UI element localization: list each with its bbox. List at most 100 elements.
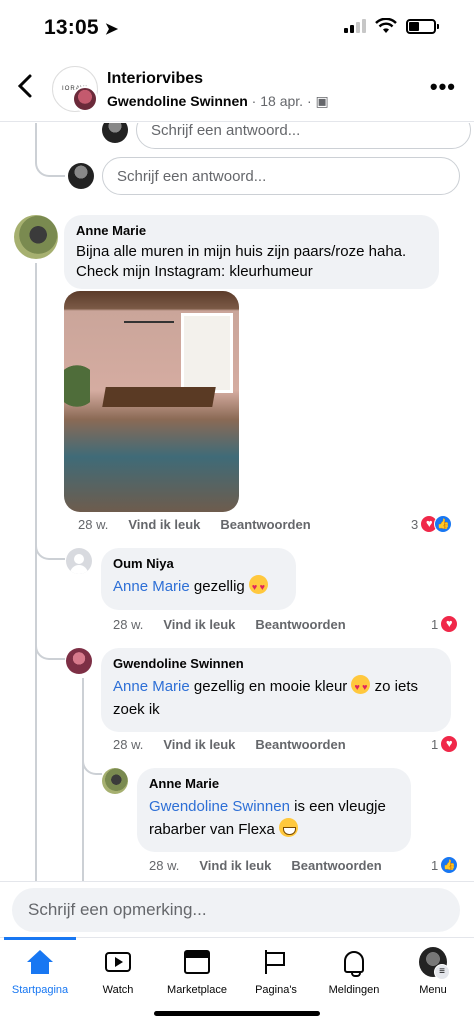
reaction-count[interactable]: 1 ♥ <box>431 735 459 753</box>
comment-bubble: Anne Marie Bijna alle muren in mijn huis… <box>64 215 439 289</box>
nav-marketplace[interactable]: Marketplace <box>157 948 237 996</box>
comment-bubble: Gwendoline Swinnen Anne Marie gezellig e… <box>101 648 451 732</box>
nav-meldingen[interactable]: Meldingen <box>314 948 394 996</box>
thread-connector <box>35 528 65 560</box>
photo-table <box>102 387 216 407</box>
nav-label: Meldingen <box>328 984 380 996</box>
comment-text-span: zo iets <box>370 678 419 695</box>
comment-actions: 28 w. Vind ik leuk Beantwoorden <box>78 517 311 532</box>
commenter-avatar[interactable] <box>66 548 92 574</box>
like-button[interactable]: Vind ik leuk <box>163 617 235 632</box>
comment-text: Anne Marie gezellig <box>113 575 284 599</box>
comment-text-line: zoek ik <box>113 701 160 718</box>
photo-window <box>181 313 233 393</box>
author-avatar[interactable] <box>72 86 98 112</box>
reply-input-top[interactable]: Schrijf een antwoord... <box>136 123 471 149</box>
comment-photo[interactable] <box>64 291 239 512</box>
reply-row: Schrijf een antwoord... <box>68 157 460 195</box>
comment-input[interactable]: Schrijf een opmerking... <box>12 888 460 932</box>
nav-menu[interactable]: Menu <box>393 947 473 996</box>
like-reaction-icon: 👍 <box>440 856 459 874</box>
comment-text-line: Check mijn Instagram: kleurhumeur <box>76 263 313 280</box>
post-meta: Gwendoline Swinnen · 18 apr. · ▣ <box>107 93 329 110</box>
battery-icon <box>406 18 439 34</box>
reaction-count[interactable]: 1 👍 <box>431 856 459 874</box>
reaction-number: 1 <box>431 616 439 632</box>
home-indicator[interactable] <box>154 1011 320 1016</box>
like-button[interactable]: Vind ik leuk <box>128 517 200 532</box>
thread-connector <box>35 628 65 660</box>
thread-line <box>35 263 37 881</box>
nav-label: Watch <box>102 984 134 996</box>
comment-age: 28 w. <box>113 617 144 632</box>
status-icons <box>344 18 439 34</box>
comment-actions: 28 w. Vind ik leuk Beantwoorden <box>113 737 346 752</box>
like-reaction-icon: 👍 <box>434 515 453 533</box>
cellular-signal-icon <box>344 19 366 33</box>
reply-placeholder: Schrijf een antwoord... <box>151 123 301 139</box>
comment-author[interactable]: Anne Marie <box>76 223 427 238</box>
nav-label: Menu <box>419 984 447 996</box>
back-arrow-icon <box>17 74 32 98</box>
like-button[interactable]: Vind ik leuk <box>163 737 235 752</box>
user-avatar <box>68 163 94 189</box>
location-arrow-icon: ➤ <box>104 21 119 38</box>
mention-link[interactable]: Anne Marie <box>113 578 190 595</box>
reply-placeholder: Schrijf een antwoord... <box>117 167 267 185</box>
comment-text: Gwendoline Swinnen is een vleugje rabarb… <box>149 795 399 841</box>
commenter-avatar[interactable] <box>102 768 128 794</box>
nav-watch[interactable]: Watch <box>78 948 158 996</box>
home-icon <box>27 950 53 974</box>
reply-button[interactable]: Beantwoorden <box>255 737 345 752</box>
back-button[interactable] <box>14 72 42 100</box>
comment-text-span: gezellig en mooie kleur <box>189 678 352 695</box>
reaction-count[interactable]: 1 ♥ <box>431 615 459 633</box>
reaction-number: 3 <box>411 516 419 532</box>
photo-lamps <box>124 321 174 351</box>
like-button[interactable]: Vind ik leuk <box>199 858 271 873</box>
reaction-count[interactable]: 3 ♥ 👍 <box>411 515 453 533</box>
love-reaction-icon: ♥ <box>440 615 459 633</box>
status-bar: 13:05 ➤ <box>0 0 474 56</box>
comment-text: Bijna alle muren in mijn huis zijn paars… <box>76 240 427 283</box>
nav-paginas[interactable]: Pagina's <box>236 948 316 996</box>
comment-age: 28 w. <box>113 737 144 752</box>
marketplace-icon <box>184 950 210 974</box>
post-header: IORAVI Interiorvibes Gwendoline Swinnen … <box>0 58 474 122</box>
menu-avatar-icon <box>419 947 450 980</box>
comment-bubble: Anne Marie Gwendoline Swinnen is een vle… <box>137 768 411 852</box>
love-reaction-icon: ♥ <box>440 735 459 753</box>
reply-button[interactable]: Beantwoorden <box>255 617 345 632</box>
reply-input[interactable]: Schrijf een antwoord... <box>102 157 460 195</box>
flag-icon <box>265 950 287 974</box>
comment-thread[interactable]: Schrijf een antwoord... Schrijf een antw… <box>0 123 474 881</box>
nav-startpagina[interactable]: Startpagina <box>0 948 80 996</box>
watch-icon <box>105 952 131 972</box>
comment-author[interactable]: Gwendoline Swinnen <box>113 656 439 671</box>
comment-actions: 28 w. Vind ik leuk Beantwoorden <box>113 617 346 632</box>
nav-label: Pagina's <box>255 984 297 996</box>
thread-connector <box>35 143 65 177</box>
comment-author[interactable]: Oum Niya <box>113 556 284 571</box>
commenter-avatar[interactable] <box>14 215 58 259</box>
comment-author[interactable]: Anne Marie <box>149 776 399 791</box>
post-author[interactable]: Gwendoline Swinnen <box>107 93 248 109</box>
more-options-button[interactable]: ••• <box>430 74 456 100</box>
comment-age: 28 w. <box>78 517 109 532</box>
nav-label: Marketplace <box>167 984 227 996</box>
mention-link[interactable]: Anne Marie <box>113 678 190 695</box>
post-date: · 18 apr. · <box>247 93 316 109</box>
mention-link[interactable]: Gwendoline Swinnen <box>149 798 290 815</box>
clock: 13:05 <box>44 16 99 39</box>
bottom-navigation: Startpagina Watch Marketplace Pagina's M… <box>0 937 474 1024</box>
page-title[interactable]: Interiorvibes <box>107 70 203 88</box>
active-tab-indicator <box>4 937 76 940</box>
reply-button[interactable]: Beantwoorden <box>220 517 310 532</box>
comment-age: 28 w. <box>149 858 180 873</box>
wifi-icon <box>375 18 397 33</box>
comment-text-line: rabarber van Flexa <box>149 821 280 838</box>
comment-text-span: gezellig <box>189 578 249 595</box>
comment-text: Anne Marie gezellig en mooie kleur zo ie… <box>113 675 439 721</box>
commenter-avatar[interactable] <box>66 648 92 674</box>
reply-button[interactable]: Beantwoorden <box>291 858 381 873</box>
